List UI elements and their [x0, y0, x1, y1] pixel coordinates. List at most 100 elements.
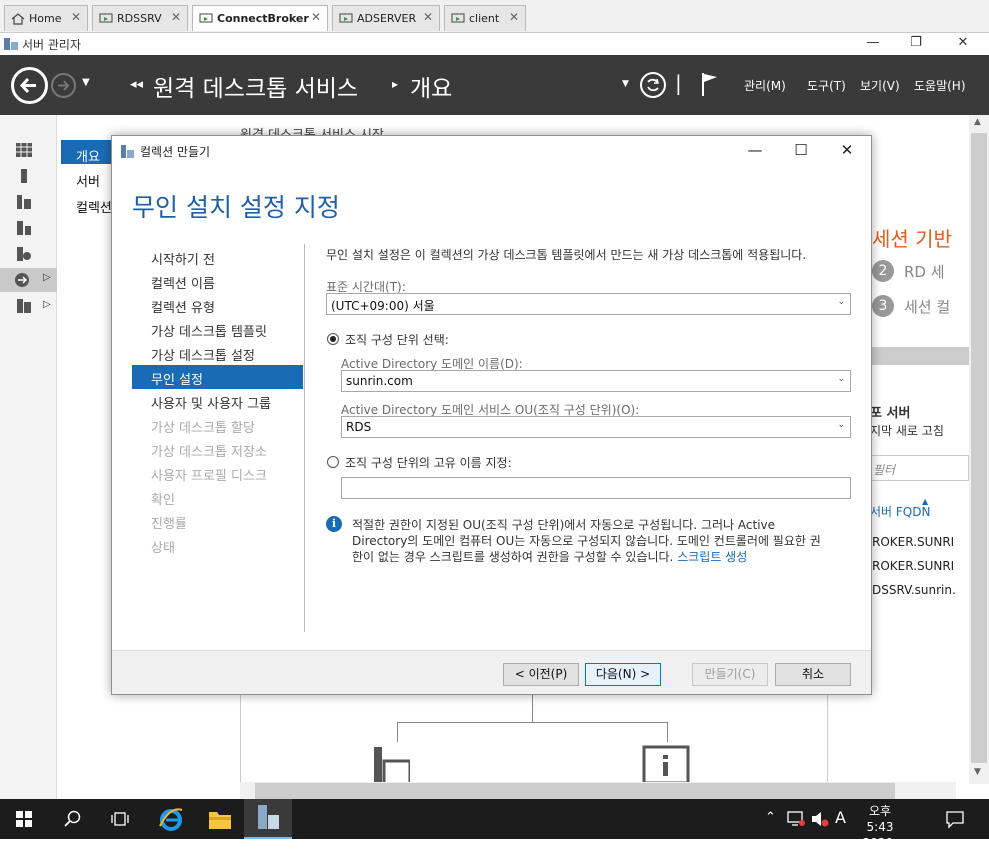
task-view-button[interactable] [96, 799, 144, 839]
ou-select-label[interactable]: 조직 구성 단위 선택: [345, 331, 449, 348]
start-button[interactable] [0, 799, 48, 839]
table-row[interactable]: ROKER.SUNRI [872, 559, 954, 573]
wizard-step: 사용자 프로필 디스크 [151, 469, 267, 484]
subnav-overview[interactable]: 개요 [61, 140, 113, 165]
timezone-select[interactable]: (UTC+09:00) 서울 ⌄ [326, 293, 851, 315]
menu-tools[interactable]: 도구(T) [807, 77, 846, 94]
tab-connectbroker[interactable]: ConnectBroker ✕ [192, 5, 328, 31]
timezone-value: (UTC+09:00) 서울 [331, 299, 435, 313]
cancel-button[interactable]: 취소 [775, 663, 851, 686]
subnav-servers[interactable]: 서버 [61, 165, 113, 190]
info-box-icon[interactable] [642, 745, 690, 785]
dialog-maximize-button[interactable]: ☐ [778, 136, 824, 166]
tab-rdssrv[interactable]: RDSSRV ✕ [92, 5, 188, 31]
ou-unique-label[interactable]: 조직 구성 단위의 고유 이름 지정: [345, 454, 512, 471]
volume-muted-icon[interactable] [811, 811, 829, 827]
refresh-button[interactable] [640, 72, 666, 98]
close-icon[interactable]: ✕ [311, 10, 321, 24]
next-button[interactable]: 다음(N) > [585, 663, 661, 686]
menu-help[interactable]: 도움말(H) [914, 77, 966, 94]
app-header: ▼ ◂◂ 원격 데스크톱 서비스 ▸ 개요 ▼ | 관리(M) 도구(T) 보기… [0, 55, 989, 115]
menu-manage[interactable]: 관리(M) [744, 77, 786, 94]
minimize-button[interactable]: — [850, 33, 896, 55]
dropdown-icon[interactable]: ▼ [622, 79, 629, 89]
step-text[interactable]: 세션 컬 [904, 296, 950, 317]
step-text[interactable]: RD 세 [904, 261, 945, 282]
wizard-step[interactable]: 시작하기 전 [132, 245, 303, 269]
step-badge: 3 [872, 295, 894, 317]
file-explorer-button[interactable] [196, 799, 244, 839]
network-icon[interactable] [787, 811, 805, 827]
table-row[interactable]: ROKER.SUNRI [872, 535, 954, 549]
dashboard-icon[interactable] [16, 143, 32, 157]
ie-button[interactable] [146, 799, 194, 839]
subnav-collections[interactable]: 컬렉션 [61, 191, 116, 215]
vertical-scrollbar[interactable]: ▲ ▼ [969, 115, 989, 784]
close-icon[interactable]: ✕ [71, 10, 81, 24]
clock[interactable]: 오후 5:43 2020-07-03 [855, 803, 905, 867]
restore-button[interactable]: ❐ [893, 33, 939, 55]
fqdn-column-header[interactable]: 서버 FQDN [870, 503, 930, 520]
scroll-down-icon[interactable]: ▼ [974, 767, 981, 777]
tab-client[interactable]: client ✕ [444, 5, 526, 31]
ou-select-radio[interactable] [327, 333, 339, 345]
remote-desktop-icon [451, 13, 465, 22]
horizontal-scrollbar[interactable] [240, 782, 956, 800]
diagram-line [532, 695, 533, 722]
wizard-step[interactable]: 무인 설정 [132, 365, 303, 389]
breadcrumb-parent[interactable]: 원격 데스크톱 서비스 [153, 69, 358, 103]
nav-item-rds[interactable]: ▷ [0, 268, 57, 292]
info-line: 한이 없는 경우 스크립트를 생성하여 권한을 구성할 수 있습니다. [352, 550, 674, 564]
steps-divider [304, 244, 305, 632]
tab-home[interactable]: Home ✕ [4, 5, 88, 31]
close-icon[interactable]: ✕ [171, 10, 181, 24]
wizard-step[interactable]: 컬렉션 이름 [132, 269, 303, 293]
menu-view[interactable]: 보기(V) [860, 77, 900, 94]
expand-icon[interactable]: ▷ [43, 272, 51, 283]
subnav-label: 컬렉션 [76, 201, 112, 215]
close-icon[interactable]: ✕ [423, 10, 433, 24]
wizard-step[interactable]: 가상 데스크톱 템플릿 [132, 317, 303, 341]
ime-indicator[interactable]: A [835, 808, 846, 827]
dialog-close-button[interactable]: ✕ [824, 136, 870, 166]
close-icon[interactable]: ✕ [509, 10, 519, 24]
wsus-icon[interactable] [16, 299, 32, 313]
server-manager-taskbar-button[interactable] [244, 799, 292, 839]
remote-desktop-icon [99, 13, 113, 22]
expand-icon[interactable]: ▷ [43, 299, 51, 310]
chevron-down-icon: ⌄ [837, 420, 845, 430]
file-storage-icon[interactable] [16, 221, 32, 235]
local-server-icon[interactable] [16, 169, 32, 183]
ou-unique-radio[interactable] [327, 456, 339, 468]
flag-icon[interactable] [700, 71, 720, 97]
remote-desktop-services-icon [15, 273, 29, 287]
filter-input[interactable]: 필터 [870, 455, 969, 481]
show-hidden-icons[interactable]: ⌃ [765, 810, 776, 825]
ou-distinguished-name-input[interactable] [341, 477, 851, 499]
search-button[interactable] [48, 799, 96, 839]
dialog-minimize-button[interactable]: — [732, 136, 778, 166]
table-row[interactable]: DSSRV.sunrin. [872, 583, 956, 597]
info-line: Directory의 도메인 컴퓨터 OU는 자동으로 구성되지 않습니다. 도… [352, 534, 821, 548]
domain-select[interactable]: sunrin.com ⌄ [341, 370, 851, 392]
scroll-thumb[interactable] [255, 783, 895, 799]
server-icon[interactable] [374, 747, 410, 787]
back-button[interactable] [11, 67, 48, 104]
scroll-up-icon[interactable]: ▲ [974, 117, 981, 127]
create-button[interactable]: 만들기(C) [692, 663, 768, 686]
close-button[interactable]: ✕ [940, 33, 986, 55]
iis-icon[interactable] [16, 247, 32, 261]
all-servers-icon[interactable] [16, 195, 32, 209]
previous-button[interactable]: < 이전(P) [503, 663, 579, 686]
wizard-step[interactable]: 가상 데스크톱 설정 [132, 341, 303, 365]
ou-select[interactable]: RDS ⌄ [341, 416, 851, 438]
history-dropdown-icon[interactable]: ▼ [82, 77, 90, 88]
scroll-thumb[interactable] [971, 133, 987, 763]
wizard-step[interactable]: 컬렉션 유형 [132, 293, 303, 317]
notifications-icon[interactable] [945, 809, 965, 829]
domain-value: sunrin.com [346, 374, 413, 388]
generate-script-link[interactable]: 스크립트 생성 [677, 550, 747, 564]
wizard-step[interactable]: 사용자 및 사용자 그룹 [132, 389, 303, 413]
forward-button[interactable] [51, 73, 76, 98]
tab-adserver[interactable]: ADSERVER ✕ [332, 5, 440, 31]
